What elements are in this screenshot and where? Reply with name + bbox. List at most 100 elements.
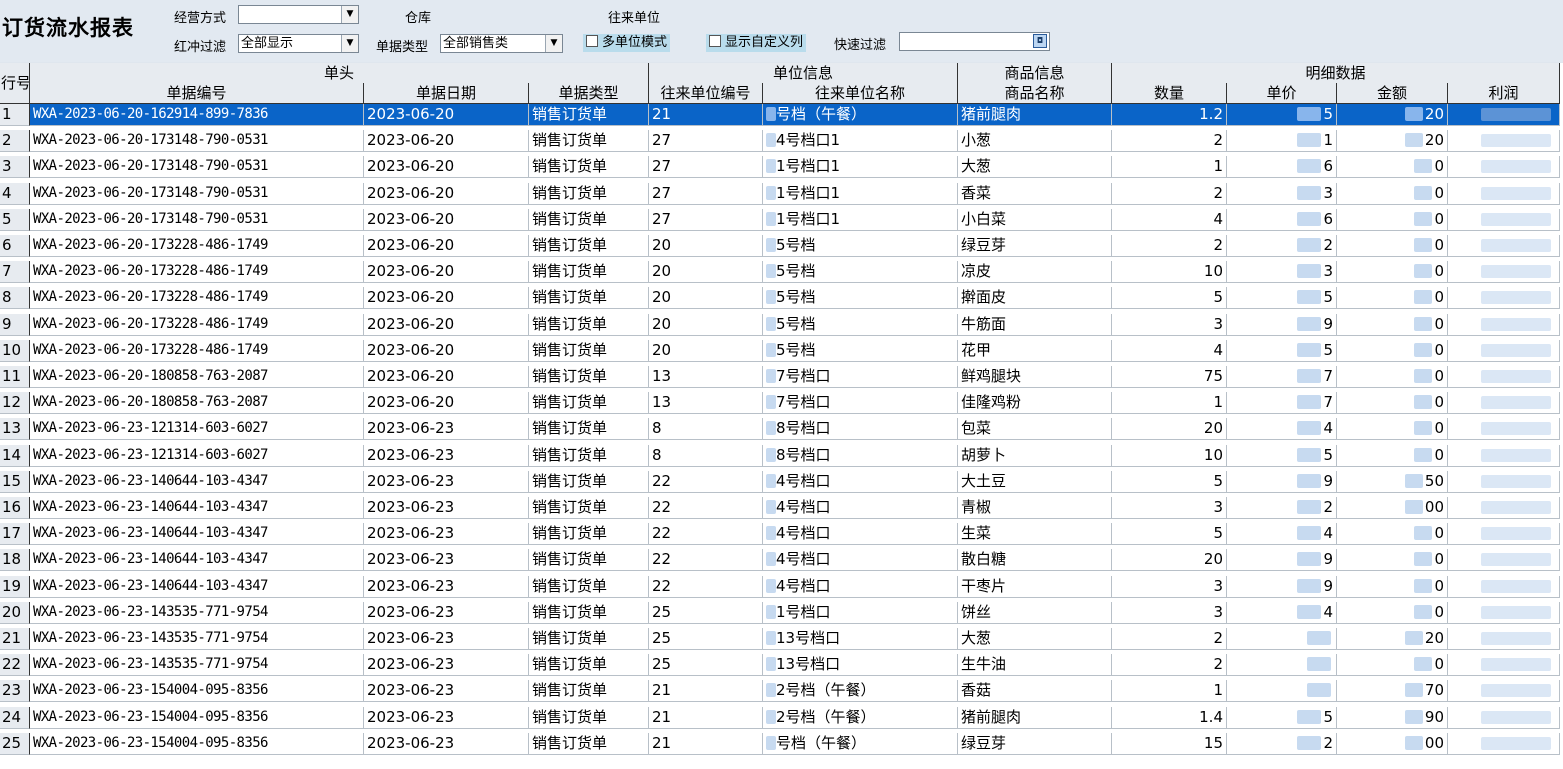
cell-n[interactable]: 13: [0, 418, 30, 441]
doctype-select[interactable]: 全部销售类 ▼: [440, 34, 563, 53]
cell-n[interactable]: 11: [0, 366, 30, 388]
cell-text: 0: [1434, 288, 1444, 307]
cell-n[interactable]: 1: [0, 104, 30, 126]
checkbox-icon[interactable]: [709, 35, 721, 47]
table-row[interactable]: 16 WXA-2023-06-23-140644-103-4347 2023-06-…: [0, 497, 1563, 519]
cell-n[interactable]: 10: [0, 339, 30, 362]
cell-text: 2: [1213, 236, 1223, 254]
cell-text: 0: [1434, 262, 1444, 281]
cell-n[interactable]: 9: [0, 313, 30, 336]
custom-columns-checkbox[interactable]: 显示自定义列: [706, 34, 807, 52]
column-header[interactable]: 单据编号: [30, 83, 364, 104]
cell-item: 饼丝: [958, 601, 1112, 624]
cell-n[interactable]: 2: [0, 130, 30, 153]
table-row[interactable]: 12 WXA-2023-06-20-180858-763-2087 2023-06-…: [0, 392, 1563, 415]
cell-n[interactable]: 23: [0, 680, 30, 703]
table-row[interactable]: 23 WXA-2023-06-23-154004-095-8356 2023-06-…: [0, 680, 1563, 703]
chevron-down-icon[interactable]: ▼: [341, 35, 358, 52]
redacted-value: [1414, 657, 1433, 672]
header-group[interactable]: 明细数据: [1112, 63, 1560, 84]
redacted-value: [1404, 500, 1423, 514]
redflush-select[interactable]: 全部显示 ▼: [238, 34, 359, 53]
table-row[interactable]: 22 WXA-2023-06-23-143535-771-9754 2023-06-…: [0, 654, 1563, 677]
cell-n[interactable]: 20: [0, 601, 30, 624]
table-row[interactable]: 11 WXA-2023-06-20-180858-763-2087 2023-06-…: [0, 366, 1563, 388]
cell-n[interactable]: 4: [0, 182, 30, 205]
cell-text: 5号档: [776, 340, 816, 359]
table-row[interactable]: 21 WXA-2023-06-23-143535-771-9754 2023-06-…: [0, 628, 1563, 650]
biz-mode-select[interactable]: ▼: [238, 5, 359, 24]
chevron-down-icon[interactable]: ▼: [545, 35, 562, 52]
cell-n[interactable]: 3: [0, 156, 30, 179]
redacted-value: [1481, 212, 1551, 226]
column-header[interactable]: 单据日期: [364, 83, 529, 104]
table-row[interactable]: 18 WXA-2023-06-23-140644-103-4347 2023-06-…: [0, 549, 1563, 572]
cell-n[interactable]: 17: [0, 523, 30, 546]
cell-n[interactable]: 25: [0, 732, 30, 755]
column-header[interactable]: 往来单位名称: [763, 83, 958, 104]
table-row[interactable]: 17 WXA-2023-06-23-140644-103-4347 2023-06-…: [0, 523, 1563, 546]
header-group[interactable]: 商品信息: [958, 63, 1112, 84]
cell-n[interactable]: 22: [0, 654, 30, 677]
column-header[interactable]: 金额: [1337, 83, 1448, 104]
cell-pid: 22: [649, 470, 763, 493]
table-row[interactable]: 19 WXA-2023-06-23-140644-103-4347 2023-06-…: [0, 575, 1563, 598]
cell-n[interactable]: 19: [0, 575, 30, 598]
cell-n[interactable]: 14: [0, 444, 30, 467]
cell-n[interactable]: 24: [0, 706, 30, 729]
cell-n[interactable]: 5: [0, 208, 30, 231]
header-group[interactable]: 单位信息: [649, 63, 958, 84]
cell-text: WXA-2023-06-23-143535-771-9754: [33, 630, 268, 646]
column-header[interactable]: 单据类型: [529, 83, 649, 104]
chevron-down-icon[interactable]: ▼: [341, 6, 358, 23]
header-group[interactable]: 单头: [30, 63, 649, 84]
column-header[interactable]: 利润: [1448, 83, 1560, 104]
table-row[interactable]: 4 WXA-2023-06-20-173148-790-0531 2023-06-2…: [0, 182, 1563, 205]
cell-qty: 1: [1112, 156, 1227, 179]
table-row[interactable]: 25 WXA-2023-06-23-154004-095-8356 2023-06-…: [0, 732, 1563, 755]
cell-date: 2023-06-23: [364, 601, 529, 624]
cell-doc: WXA-2023-06-23-140644-103-4347: [30, 497, 364, 519]
redacted-value: [1297, 709, 1322, 724]
cell-n[interactable]: 18: [0, 549, 30, 572]
table-row[interactable]: 8 WXA-2023-06-20-173228-486-1749 2023-06-2…: [0, 287, 1563, 310]
table-row[interactable]: 14 WXA-2023-06-23-121314-603-6027 2023-06-…: [0, 444, 1563, 467]
table-row[interactable]: 3 WXA-2023-06-20-173148-790-0531 2023-06-2…: [0, 156, 1563, 179]
redacted-value: [1414, 316, 1433, 331]
cell-n[interactable]: 12: [0, 392, 30, 415]
column-header[interactable]: 数量: [1112, 83, 1227, 104]
table-row[interactable]: 2 WXA-2023-06-20-173148-790-0531 2023-06-2…: [0, 130, 1563, 153]
redacted-value: [766, 316, 776, 331]
table-row[interactable]: 9 WXA-2023-06-20-173228-486-1749 2023-06-2…: [0, 313, 1563, 336]
table-row[interactable]: 24 WXA-2023-06-23-154004-095-8356 2023-06-…: [0, 706, 1563, 729]
cell-n[interactable]: 7: [0, 261, 30, 284]
column-header[interactable]: 单价: [1227, 83, 1337, 104]
table-row[interactable]: 15 WXA-2023-06-23-140644-103-4347 2023-06-…: [0, 470, 1563, 493]
cell-n[interactable]: 6: [0, 235, 30, 257]
column-header[interactable]: 往来单位编号: [649, 83, 763, 104]
table-row[interactable]: 1 WXA-2023-06-20-162914-899-7836 2023-06-2…: [0, 104, 1563, 126]
cell-n[interactable]: 16: [0, 497, 30, 519]
table-row[interactable]: 6 WXA-2023-06-20-173228-486-1749 2023-06-2…: [0, 235, 1563, 257]
cell-type: 销售订货单: [529, 706, 649, 729]
cell-n[interactable]: 15: [0, 470, 30, 493]
cell-text: 佳隆鸡粉: [961, 393, 1022, 412]
cell-pname: 5号档: [763, 235, 958, 257]
search-icon[interactable]: ◘: [1033, 34, 1047, 48]
cell-text: 1.4: [1199, 707, 1223, 726]
table-row[interactable]: 10 WXA-2023-06-20-173228-486-1749 2023-06-…: [0, 339, 1563, 362]
column-header[interactable]: 商品名称: [958, 83, 1112, 104]
cell-n[interactable]: 21: [0, 628, 30, 650]
cell-n[interactable]: 8: [0, 287, 30, 310]
table-row[interactable]: 13 WXA-2023-06-23-121314-603-6027 2023-06-…: [0, 418, 1563, 441]
header-rownum[interactable]: 行号: [0, 63, 30, 104]
multi-unit-checkbox[interactable]: 多单位模式: [583, 34, 671, 52]
table-row[interactable]: 5 WXA-2023-06-20-173148-790-0531 2023-06-2…: [0, 208, 1563, 231]
table-row[interactable]: 20 WXA-2023-06-23-143535-771-9754 2023-06-…: [0, 601, 1563, 624]
cell-text: 2号档（午餐）: [776, 707, 876, 726]
quick-filter-input[interactable]: ◘: [899, 32, 1050, 51]
table-row[interactable]: 7 WXA-2023-06-20-173228-486-1749 2023-06-2…: [0, 261, 1563, 284]
cell-text: 7: [1323, 367, 1333, 385]
checkbox-icon[interactable]: [586, 35, 598, 47]
cell-text: 20: [2, 602, 22, 621]
